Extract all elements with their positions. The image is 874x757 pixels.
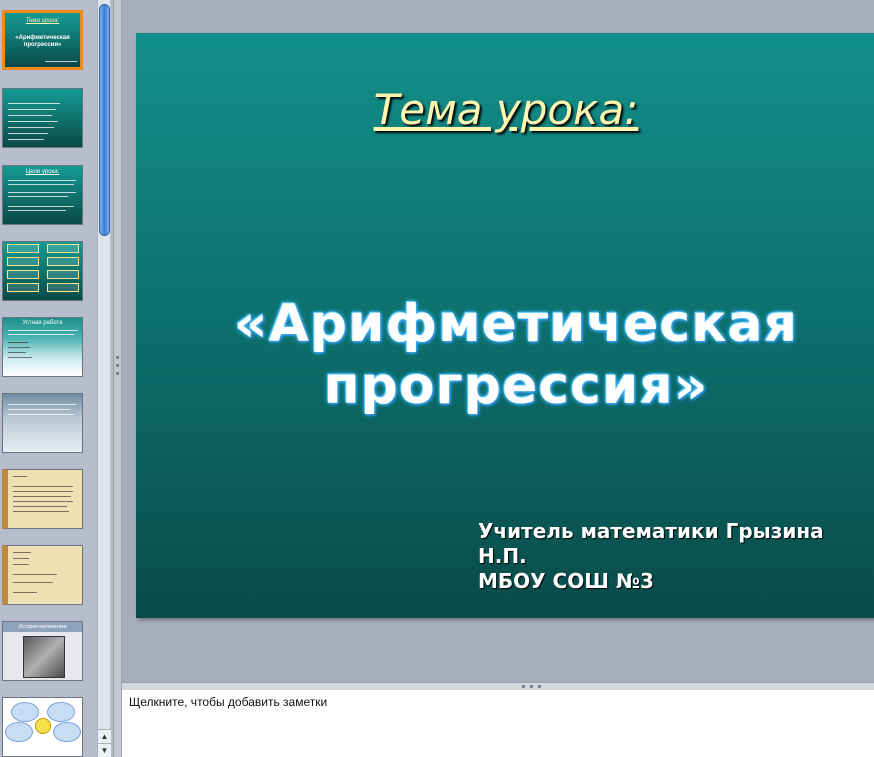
thumb-text-line [8,210,66,211]
thumb-subtitle: Тема урока: [25,18,60,24]
presentation-window: Тема урока: «Арифметическая прогрессия» … [0,0,874,757]
slide-subtitle[interactable]: Тема урока: [136,85,874,134]
thumb-petal [11,702,39,722]
thumb-text-line [13,486,73,487]
thumb-text-line [8,342,28,343]
thumb-text-line [8,206,74,207]
thumb-text-line [13,552,31,553]
thumb-text-line [13,592,37,593]
thumb-box [7,257,39,266]
thumb-text-line [13,574,57,575]
slide-thumbnail-7[interactable] [2,469,83,529]
thumb-bullet [8,133,48,134]
thumb-bullet [8,121,58,122]
slide-thumbnail-8[interactable] [2,545,83,605]
slide-thumbnail-pane[interactable]: Тема урока: «Арифметическая прогрессия» … [0,0,114,757]
grip-dot [116,372,119,375]
grip-dot [530,685,533,688]
thumb-text-line [13,582,53,583]
thumb-box [7,283,39,292]
thumb-text-line [8,357,32,358]
slide-title[interactable]: «Арифметическая прогрессия» [176,293,856,417]
thumb-text-line [13,501,73,502]
grip-dot [538,685,541,688]
thumb-petal [47,702,75,722]
thumb-text-line [8,184,74,185]
thumb-text-line [13,491,73,492]
slide-thumbnail-4[interactable] [2,241,83,301]
slide-thumbnail-10[interactable] [2,697,83,757]
thumb-text-line [8,334,74,335]
thumb-text-line [8,352,26,353]
thumb-text-line [13,476,27,477]
slide-thumbnail-5[interactable]: Устная работа [2,317,83,377]
thumb-bullet [8,139,44,140]
thumb-text-line [13,506,67,507]
thumb-text-line [8,347,30,348]
thumb-title-line2: прогрессия» [23,42,62,48]
thumb-text-line [8,192,76,193]
slide-thumbnail-9[interactable]: История математики [2,621,83,681]
thumb-box [47,283,79,292]
thumb-bullet [8,115,52,116]
slide-editing-area: Тема урока: «Арифметическая прогрессия» … [122,0,874,682]
scrollbar-thumb[interactable] [99,4,110,236]
thumb-text-line [8,330,78,331]
thumb-photo-image [23,636,65,678]
thumb-petal [53,722,81,742]
thumb-title: Устная работа [22,320,63,326]
thumb-box [47,270,79,279]
thumb-text-line [8,196,68,197]
grip-dot [116,356,119,359]
grip-dot [116,364,119,367]
scroll-down-button[interactable]: ▼ [98,743,111,757]
grip-dot [522,685,525,688]
thumb-title: Цели урока: [25,169,60,175]
thumb-author-line [45,61,77,62]
slide-thumbnail-3[interactable]: Цели урока: [2,165,83,225]
thumb-box [47,244,79,253]
thumb-flower-center [35,718,51,734]
notes-placeholder[interactable]: Щелкните, чтобы добавить заметки [129,695,327,709]
thumb-title-line1: «Арифметическая [15,35,70,41]
slide-thumbnail-6[interactable] [2,393,83,453]
thumb-box [7,270,39,279]
thumb-text-line [13,564,29,565]
thumb-bullet [8,103,60,104]
scroll-up-button[interactable]: ▲ [98,729,111,743]
thumb-text-line [8,409,70,410]
thumb-petal [5,722,33,742]
author-line1: Учитель математики Грызина Н.П. [478,519,824,568]
thumb-text-line [13,511,69,512]
pane-splitter-vertical[interactable] [114,0,122,757]
notes-pane[interactable]: Щелкните, чтобы добавить заметки [122,690,874,757]
thumb-box [7,244,39,253]
thumb-text-line [13,496,71,497]
thumb-bullet [8,127,54,128]
thumb-text-line [8,404,76,405]
thumbnail-scrollbar[interactable]: ▲ ▼ [97,0,111,757]
slide-title-line2: прогрессия» [323,356,709,416]
thumb-title: История математики [18,624,67,630]
thumb-box [47,257,79,266]
current-slide[interactable]: Тема урока: «Арифметическая прогрессия» … [136,33,874,618]
thumb-bullet [8,109,56,110]
thumb-text-line [13,558,29,559]
pane-splitter-horizontal[interactable] [122,682,874,690]
slide-thumbnail-1[interactable]: Тема урока: «Арифметическая прогрессия» [2,10,83,70]
author-line2: МБОУ СОШ №3 [478,569,654,593]
slide-author-text[interactable]: Учитель математики Грызина Н.П. МБОУ СОШ… [478,519,868,594]
thumb-text-line [8,180,76,181]
slide-title-line1: «Арифметическая [234,294,798,354]
thumb-text-line [8,414,74,415]
slide-thumbnail-2[interactable] [2,88,83,148]
